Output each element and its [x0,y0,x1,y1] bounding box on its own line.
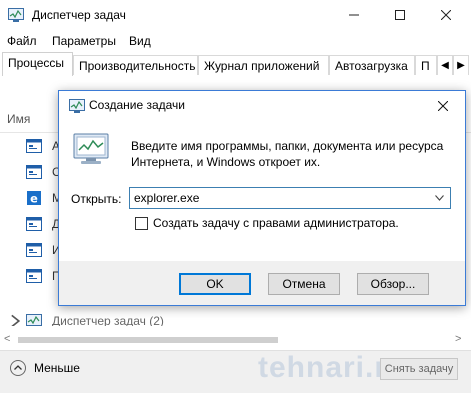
dialog-body: Введите имя программы, папки, документа … [59,121,465,261]
close-button[interactable] [423,0,469,30]
close-icon [441,10,451,20]
chevron-up-icon [14,365,22,370]
tab-scroll-left[interactable]: ◀ [437,55,453,75]
list-item[interactable]: Диспетчер задач (2) [8,308,448,326]
admin-checkbox[interactable] [135,217,148,230]
app-window-icon [26,243,42,257]
svg-text:e: e [30,191,38,205]
dialog-title: Создание задачи [89,98,185,112]
scroll-left-icon[interactable]: < [4,333,10,345]
app-window-icon [26,217,42,231]
maximize-icon [395,10,405,20]
menu-bar: Файл Параметры Вид [0,30,471,52]
fewer-details-label[interactable]: Меньше [34,361,80,375]
dropdown-button[interactable] [430,190,448,206]
browse-button[interactable]: Обзор... [357,273,429,295]
admin-checkbox-label[interactable]: Создать задачу с правами администратора. [153,216,399,230]
tab-app-history[interactable]: Журнал приложений [198,55,329,75]
dialog-titlebar[interactable]: Создание задачи [59,91,465,121]
maximize-button[interactable] [377,0,423,30]
open-combobox[interactable]: explorer.exe [129,187,451,209]
tab-startup[interactable]: Автозагрузка [329,55,415,75]
end-task-button[interactable]: Снять задачу [380,358,458,380]
menu-file[interactable]: Файл [7,34,37,48]
app-window-icon [26,269,42,283]
minimize-button[interactable] [331,0,377,30]
dialog-close-button[interactable] [421,91,465,121]
column-header-name[interactable]: Имя [7,112,30,126]
minimize-icon [349,14,359,16]
menu-view[interactable]: Вид [129,34,151,48]
task-manager-titlebar[interactable]: Диспетчер задач [0,0,471,30]
tab-performance[interactable]: Производительность [73,55,198,75]
app-window-icon [26,139,42,153]
fewer-details-button[interactable] [10,360,26,376]
tab-users[interactable]: П [415,55,437,75]
tab-scroll-right[interactable]: ▶ [453,55,469,75]
task-manager-icon [69,99,85,113]
horizontal-scrollbar[interactable]: < > [0,333,471,347]
ok-button[interactable]: OK [179,273,251,295]
edge-browser-icon: e [27,191,41,205]
app-window-icon [26,165,42,179]
open-label: Открыть: [71,192,122,206]
tab-strip: Процессы Производительность Журнал прило… [0,52,471,77]
tab-processes[interactable]: Процессы [2,52,73,77]
window-title: Диспетчер задач [32,8,126,22]
open-input[interactable]: explorer.exe [134,191,199,205]
cancel-button[interactable]: Отмена [268,273,340,295]
dialog-description: Введите имя программы, папки, документа … [131,139,444,169]
task-manager-icon [8,8,24,22]
close-icon [438,101,448,111]
run-program-icon [73,133,109,164]
chevron-right-icon[interactable] [8,314,24,326]
scrollbar-thumb[interactable] [18,337,278,343]
list-item-label: Диспетчер задач (2) [52,314,164,326]
task-manager-icon [26,314,42,326]
chevron-down-icon [434,195,444,201]
footer-bar: Меньше tehnari.ru Снять задачу [0,350,471,393]
create-task-dialog: Создание задачи Введите имя программы, п… [58,90,466,306]
menu-options[interactable]: Параметры [52,34,116,48]
scroll-right-icon[interactable]: > [455,333,461,345]
